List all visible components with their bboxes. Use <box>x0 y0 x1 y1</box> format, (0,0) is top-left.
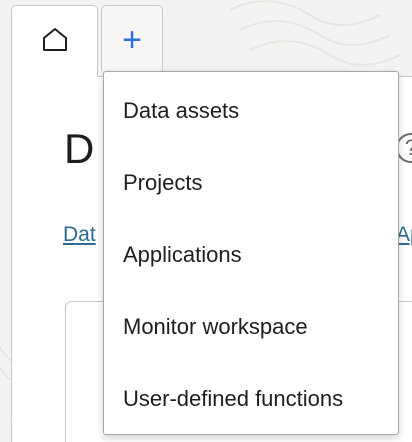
menu-item-applications[interactable]: Applications <box>104 219 398 291</box>
menu-item-data-assets[interactable]: Data assets <box>104 75 398 147</box>
menu-item-label: Data assets <box>123 98 240 123</box>
breadcrumb-link[interactable]: Dat <box>63 223 105 247</box>
menu-item-label: Projects <box>123 170 203 195</box>
tab-home[interactable] <box>11 5 98 77</box>
menu-item-monitor-workspace[interactable]: Monitor workspace <box>104 291 398 363</box>
tab-add[interactable]: + <box>101 5 163 71</box>
menu-item-label: Applications <box>123 242 242 267</box>
menu-item-label: Monitor workspace <box>123 314 308 339</box>
menu-item-projects[interactable]: Projects <box>104 147 398 219</box>
home-icon <box>42 28 67 51</box>
menu-item-user-defined-functions[interactable]: User-defined functions <box>104 363 398 435</box>
menu-item-label: User-defined functions <box>123 386 344 411</box>
create-menu: Data assets Projects Applications Monito… <box>103 71 399 435</box>
plus-icon: + <box>122 21 142 59</box>
